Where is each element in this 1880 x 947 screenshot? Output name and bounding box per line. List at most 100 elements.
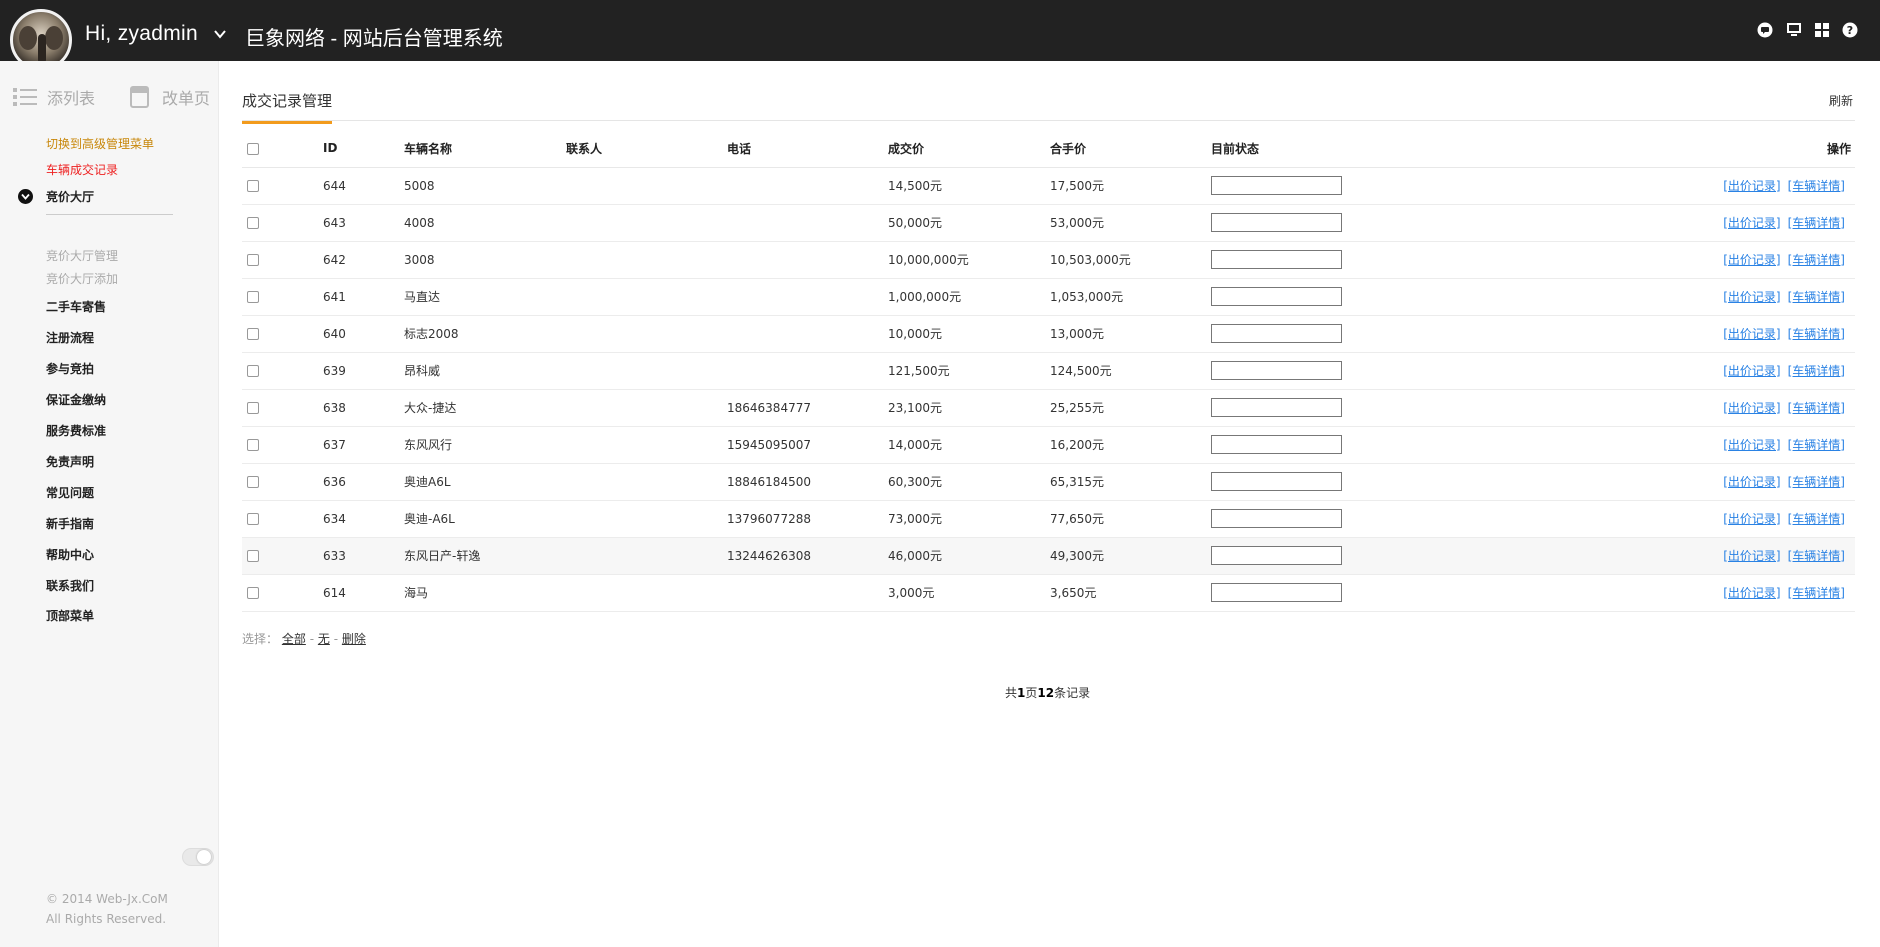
avatar-ear-left (19, 26, 37, 50)
chevron-down-icon[interactable] (214, 28, 226, 40)
row-checkbox[interactable] (247, 180, 259, 192)
tab-list-label: 添列表 (47, 89, 96, 108)
status-input[interactable] (1211, 509, 1342, 528)
sidebar-item[interactable]: 常见问题 (46, 484, 94, 501)
cell-vehicle-name: 4008 (404, 204, 566, 242)
car-detail-link[interactable]: [车辆详情] (1788, 549, 1845, 563)
sidebar-sub-item[interactable]: 竞价大厅管理 (46, 247, 118, 264)
car-detail-link[interactable]: [车辆详情] (1788, 290, 1845, 304)
car-detail-link[interactable]: [车辆详情] (1788, 512, 1845, 526)
sidebar-item[interactable]: 参与竞拍 (46, 360, 94, 377)
sidebar-item[interactable]: 新手指南 (46, 515, 94, 532)
user-greeting[interactable]: Hi, zyadmin (85, 22, 198, 46)
row-checkbox[interactable] (247, 328, 259, 340)
bid-records-link[interactable]: [出价记录] (1723, 216, 1780, 230)
bid-records-link[interactable]: [出价记录] (1723, 549, 1780, 563)
cell-deal-price: 50,000元 (888, 204, 1050, 242)
row-checkbox[interactable] (247, 550, 259, 562)
sidebar-sub-item[interactable]: 竞价大厅添加 (46, 270, 118, 287)
status-input[interactable] (1211, 361, 1342, 380)
refresh-button[interactable]: 刷新 (1829, 92, 1853, 109)
cell-id: 639 (323, 352, 404, 390)
car-detail-link[interactable]: [车辆详情] (1788, 475, 1845, 489)
select-all-checkbox[interactable] (247, 142, 259, 155)
column-header: 合手价 (1050, 130, 1211, 168)
cell-deal-price: 10,000,000元 (888, 241, 1050, 279)
bid-records-link[interactable]: [出价记录] (1723, 401, 1780, 415)
tab-page[interactable]: 改单页 (128, 85, 210, 109)
cell-contact (566, 204, 727, 242)
row-checkbox[interactable] (247, 476, 259, 488)
tab-deal-records[interactable]: 成交记录管理 (242, 90, 333, 124)
bid-records-link[interactable]: [出价记录] (1723, 475, 1780, 489)
cell-status (1211, 389, 1373, 427)
bid-records-link[interactable]: [出价记录] (1723, 586, 1780, 600)
cell-id: 641 (323, 278, 404, 316)
sidebar-item[interactable]: 联系我们 (46, 577, 94, 594)
row-checkbox[interactable] (247, 217, 259, 229)
sidebar-item[interactable]: 帮助中心 (46, 546, 94, 563)
chat-icon[interactable] (1757, 22, 1773, 38)
status-input[interactable] (1211, 435, 1342, 454)
cell-contact (566, 241, 727, 279)
row-checkbox[interactable] (247, 291, 259, 303)
status-input[interactable] (1211, 287, 1342, 306)
cell-vehicle-name: 东风风行 (404, 426, 566, 464)
car-detail-link[interactable]: [车辆详情] (1788, 327, 1845, 341)
link-vehicle-records[interactable]: 车辆成交记录 (46, 161, 118, 178)
table-header-row: ID 车辆名称 联系人 电话 成交价 合手价 目前状态 操作 (242, 130, 1855, 168)
car-detail-link[interactable]: [车辆详情] (1788, 179, 1845, 193)
pager-mid: 页 (1025, 686, 1038, 700)
help-icon[interactable]: ? (1842, 22, 1858, 38)
status-input[interactable] (1211, 176, 1342, 195)
sidebar-item[interactable]: 顶部菜单 (46, 607, 94, 624)
status-input[interactable] (1211, 583, 1342, 602)
cell-status (1211, 204, 1373, 242)
status-input[interactable] (1211, 472, 1342, 491)
sidebar-toggle[interactable] (182, 848, 214, 866)
sidebar-item[interactable]: 保证金缴纳 (46, 391, 106, 408)
cell-deal-price: 73,000元 (888, 500, 1050, 538)
delete-link[interactable]: 删除 (342, 632, 366, 646)
car-detail-link[interactable]: [车辆详情] (1788, 438, 1845, 452)
tab-list[interactable]: 添列表 (13, 85, 95, 109)
cell-phone (727, 315, 888, 353)
sidebar-group-bidding-hall[interactable]: 竞价大厅 (18, 188, 94, 205)
bid-records-link[interactable]: [出价记录] (1723, 327, 1780, 341)
link-advanced-menu[interactable]: 切换到高级管理菜单 (46, 135, 154, 152)
sidebar-item[interactable]: 注册流程 (46, 329, 94, 346)
bid-records-link[interactable]: [出价记录] (1723, 512, 1780, 526)
bid-records-link[interactable]: [出价记录] (1723, 438, 1780, 452)
bid-records-link[interactable]: [出价记录] (1723, 364, 1780, 378)
sidebar-item[interactable]: 二手车寄售 (46, 298, 106, 315)
bid-records-link[interactable]: [出价记录] (1723, 179, 1780, 193)
bid-records-link[interactable]: [出价记录] (1723, 290, 1780, 304)
car-detail-link[interactable]: [车辆详情] (1788, 364, 1845, 378)
status-input[interactable] (1211, 324, 1342, 343)
grid-icon[interactable] (1814, 22, 1830, 38)
row-checkbox[interactable] (247, 587, 259, 599)
status-input[interactable] (1211, 546, 1342, 565)
row-checkbox[interactable] (247, 365, 259, 377)
car-detail-link[interactable]: [车辆详情] (1788, 586, 1845, 600)
status-input[interactable] (1211, 250, 1342, 269)
car-detail-link[interactable]: [车辆详情] (1788, 401, 1845, 415)
monitor-icon[interactable] (1786, 22, 1802, 38)
row-checkbox[interactable] (247, 402, 259, 414)
sidebar-item[interactable]: 免责声明 (46, 453, 94, 470)
separator: - (309, 632, 315, 646)
cell-contact (566, 389, 727, 427)
sidebar-item[interactable]: 服务费标准 (46, 422, 106, 439)
status-input[interactable] (1211, 398, 1342, 417)
cell-deal-price: 60,300元 (888, 463, 1050, 501)
car-detail-link[interactable]: [车辆详情] (1788, 216, 1845, 230)
cell-actions: [出价记录] [车辆详情] (1373, 204, 1855, 242)
row-checkbox[interactable] (247, 513, 259, 525)
select-all-link[interactable]: 全部 (282, 632, 306, 646)
bid-records-link[interactable]: [出价记录] (1723, 253, 1780, 267)
car-detail-link[interactable]: [车辆详情] (1788, 253, 1845, 267)
row-checkbox[interactable] (247, 439, 259, 451)
row-checkbox[interactable] (247, 254, 259, 266)
status-input[interactable] (1211, 213, 1342, 232)
select-none-link[interactable]: 无 (318, 632, 330, 646)
